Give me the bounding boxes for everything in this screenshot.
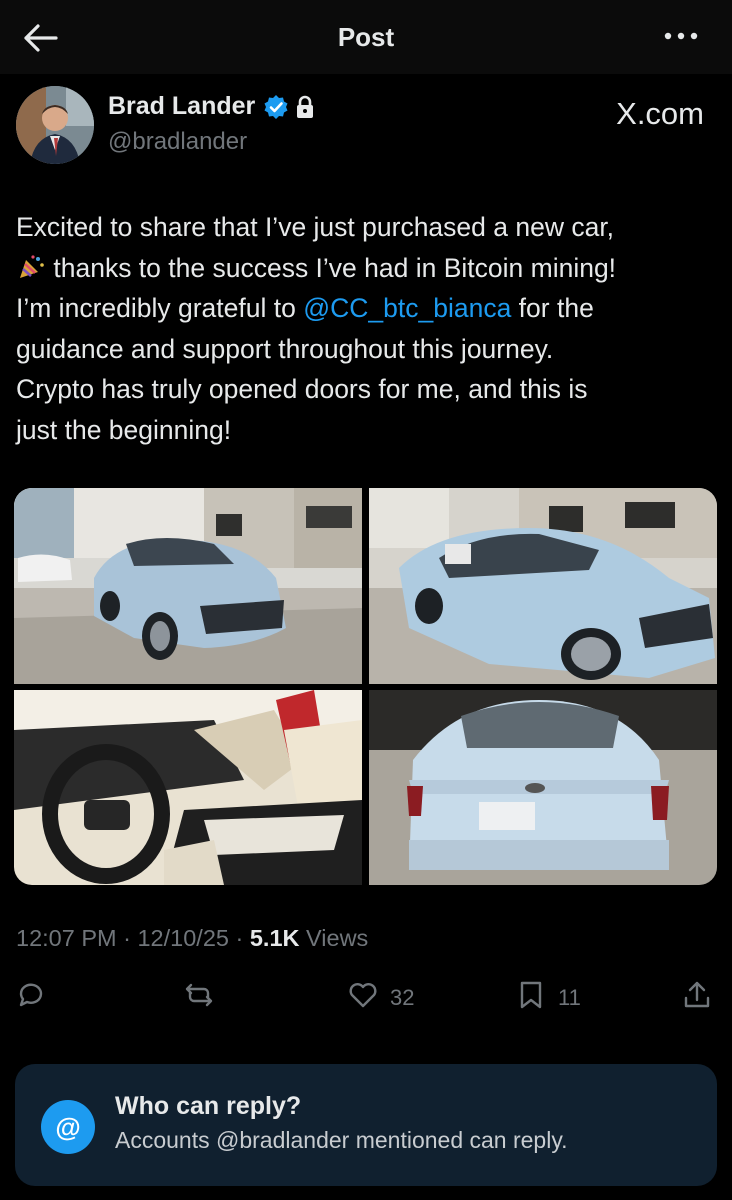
action-bar: 32 11: [0, 978, 732, 1018]
post-time: 12:07 PM: [16, 925, 117, 951]
meta-separator: ·: [116, 925, 138, 951]
tweet-line: guidance and support throughout this jou…: [16, 333, 554, 364]
car-photo-front[interactable]: [14, 488, 362, 684]
tweet-line: Crypto has truly opened doors for me, an…: [16, 374, 588, 404]
tweet-line-text: for the: [511, 293, 594, 323]
reply-icon: [16, 980, 46, 1016]
who-can-reply-panel: @ Who can reply? Accounts @bradlander me…: [15, 1064, 717, 1186]
who-can-reply-subtitle: Accounts @bradlander mentioned can reply…: [115, 1127, 568, 1153]
retweet-icon: [184, 980, 214, 1016]
author-handle[interactable]: @bradlander: [108, 128, 247, 156]
tweet-line: Excited to share that I’ve just purchase…: [16, 212, 615, 242]
post-meta: 12:07 PM · 12/10/25 · 5.1K Views: [16, 925, 368, 952]
like-count: 32: [390, 985, 415, 1010]
author-name[interactable]: Brad Lander: [108, 92, 255, 121]
author-name-row[interactable]: Brad Lander: [108, 92, 315, 121]
views-label: Views: [299, 925, 369, 951]
like-button[interactable]: 32: [348, 978, 414, 1018]
confetti-icon: [16, 251, 46, 278]
page-title: Post: [337, 22, 395, 52]
verified-badge-icon: [263, 94, 289, 120]
media-grid: [14, 488, 717, 885]
views-count[interactable]: 5.1K: [250, 925, 300, 951]
tweet-line: thanks to the success I’ve had in Bitcoi…: [16, 248, 716, 289]
share-button[interactable]: [682, 978, 712, 1018]
bookmark-count: 11: [558, 985, 581, 1010]
tweet-line: I’m incredibly grateful to @CC_btc_bianc…: [16, 288, 716, 329]
more-icon[interactable]: [664, 28, 698, 44]
bookmark-icon: [516, 980, 546, 1016]
share-icon: [682, 980, 712, 1016]
retweet-button[interactable]: [184, 978, 214, 1018]
source-watermark: X.com: [616, 96, 704, 131]
reply-button[interactable]: [16, 978, 46, 1018]
meta-separator: ·: [228, 925, 250, 951]
tweet-line: just the beginning!: [16, 414, 232, 445]
tweet-line-text: I’m incredibly grateful to: [16, 293, 304, 323]
lock-icon: [295, 95, 315, 119]
mention-link[interactable]: @CC_btc_bianca: [303, 293, 511, 323]
who-can-reply-title: Who can reply?: [115, 1092, 302, 1120]
car-photo-rear[interactable]: [369, 690, 717, 885]
post-date: 12/10/25: [137, 925, 229, 951]
bookmark-button[interactable]: 11: [516, 978, 581, 1018]
like-icon: [348, 980, 378, 1016]
tweet-line-text: thanks to the success I’ve had in Bitcoi…: [46, 252, 617, 283]
car-photo-interior[interactable]: [14, 690, 362, 885]
avatar[interactable]: [16, 86, 94, 164]
mention-icon: @: [41, 1100, 95, 1154]
tweet-text: Excited to share that I’ve just purchase…: [16, 207, 716, 450]
car-photo-side[interactable]: [369, 488, 717, 684]
top-bar: Post: [0, 0, 732, 74]
